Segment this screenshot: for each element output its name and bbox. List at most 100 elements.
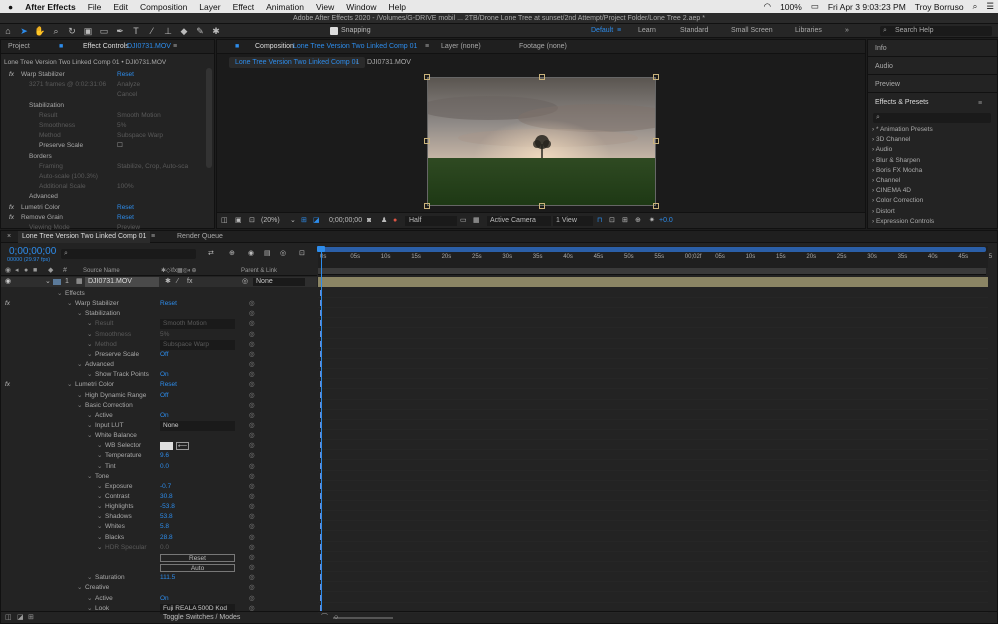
- transparency-icon[interactable]: ▦: [473, 213, 480, 229]
- timeline-property-value[interactable]: 111.5: [160, 573, 175, 583]
- chevron-icon[interactable]: ⌄: [97, 492, 102, 502]
- expression-icon[interactable]: ◎: [249, 441, 255, 451]
- audio-icon[interactable]: ◂: [15, 266, 19, 276]
- user-name[interactable]: Troy Borruso: [915, 2, 964, 12]
- pen-tool-icon[interactable]: ✒: [114, 26, 126, 36]
- effect-property-value[interactable]: Reset: [117, 213, 134, 223]
- timeline-property-value[interactable]: -0.7: [160, 482, 171, 492]
- chevron-icon[interactable]: ⌄: [67, 380, 72, 390]
- timeline-property-value[interactable]: 30.8: [160, 492, 173, 502]
- transform-handle[interactable]: [424, 203, 430, 209]
- tab-footage[interactable]: Footage (none): [519, 40, 567, 54]
- chevron-icon[interactable]: ⌄: [77, 401, 82, 411]
- eyedropper-icon[interactable]: ⟵: [176, 442, 189, 451]
- fx-switch-icon[interactable]: fx: [187, 277, 192, 287]
- timeline-property-value[interactable]: 9.6: [160, 451, 169, 461]
- frame-blend-icon[interactable]: ▤: [264, 249, 271, 257]
- toggle-switches-modes[interactable]: Toggle Switches / Modes: [163, 612, 240, 624]
- effect-property-value[interactable]: 5%: [117, 121, 126, 131]
- selection-tool-icon[interactable]: ➤: [18, 26, 30, 36]
- timeline-property-value[interactable]: Smooth Motion: [160, 319, 235, 330]
- chevron-icon[interactable]: ⌄: [87, 411, 92, 421]
- playhead[interactable]: [321, 246, 322, 611]
- timeline-property-value[interactable]: 5.8: [160, 522, 169, 532]
- timeline-property-value[interactable]: 0.0: [160, 543, 169, 553]
- time-ruler[interactable]: 0s 05s 10s 15s 20s 25s 30s 35s 40s 45s 50s 55s 00;02…: [318, 246, 992, 275]
- workspace-menu-icon[interactable]: ≡: [617, 24, 621, 38]
- eye-icon[interactable]: ◉: [5, 266, 11, 276]
- expression-icon[interactable]: ◎: [249, 583, 255, 593]
- expression-icon[interactable]: ◎: [249, 594, 255, 604]
- menu-effect[interactable]: Effect: [233, 2, 255, 12]
- workspace-libraries[interactable]: Libraries: [795, 24, 822, 38]
- fx-icon[interactable]: fx: [5, 299, 10, 309]
- effect-property-value[interactable]: Subspace Warp: [117, 131, 163, 141]
- tab-effect-controls[interactable]: Effect Controls: [83, 40, 129, 54]
- comp-panel-menu-icon[interactable]: ≡: [425, 40, 429, 54]
- expression-icon[interactable]: ◎: [249, 543, 255, 553]
- menu-edit[interactable]: Edit: [113, 2, 128, 12]
- shy-icon[interactable]: ◉: [248, 249, 254, 257]
- wifi-icon[interactable]: ◠: [764, 1, 771, 12]
- zoom-slider-thumb[interactable]: ○: [334, 612, 338, 624]
- timeline-property-value[interactable]: Reset: [160, 299, 177, 309]
- layer-name[interactable]: DJI0731.MOV: [85, 277, 159, 287]
- menu-help[interactable]: Help: [388, 2, 405, 12]
- menu-list-icon[interactable]: ☰: [986, 1, 994, 12]
- expression-icon[interactable]: ◎: [249, 522, 255, 532]
- parent-link-header[interactable]: Parent & Link: [241, 266, 277, 276]
- composition-viewer[interactable]: [427, 77, 656, 206]
- chevron-down-icon[interactable]: ⌄: [290, 213, 296, 229]
- chevron-icon[interactable]: ⌄: [87, 350, 92, 360]
- correction-button[interactable]: Reset: [160, 553, 235, 562]
- exposure-icon[interactable]: ✷: [649, 213, 655, 229]
- motion-blur-icon[interactable]: ◎: [280, 249, 286, 257]
- workspace-standard[interactable]: Standard: [680, 24, 708, 38]
- menu-window[interactable]: Window: [346, 2, 376, 12]
- chevron-icon[interactable]: ⌄: [97, 451, 102, 461]
- zoom-tool-icon[interactable]: ⌕: [50, 26, 62, 36]
- channel-icon[interactable]: ●: [393, 213, 397, 229]
- expression-icon[interactable]: ◎: [249, 563, 255, 573]
- effect-property-value[interactable]: Analyze: [117, 80, 140, 90]
- search-icon[interactable]: ⌕: [973, 1, 978, 12]
- label-icon[interactable]: ◆: [48, 266, 53, 276]
- expression-icon[interactable]: ◎: [249, 380, 255, 390]
- timeline-property-value[interactable]: 28.8: [160, 533, 173, 543]
- effect-property-value[interactable]: Reset: [117, 70, 134, 80]
- roi-icon[interactable]: ▭: [460, 213, 467, 229]
- fx-icon[interactable]: fx: [5, 380, 10, 390]
- source-name-header[interactable]: Source Name: [83, 266, 120, 276]
- transform-handle[interactable]: [539, 74, 545, 80]
- timeline-property-value[interactable]: None: [160, 420, 235, 431]
- timeline-property-value[interactable]: 53.8: [160, 512, 173, 522]
- workspace-default[interactable]: Default: [591, 24, 613, 38]
- expression-icon[interactable]: ◎: [249, 492, 255, 502]
- chevron-icon[interactable]: ⌄: [97, 533, 102, 543]
- show-snapshot-icon[interactable]: ♟: [381, 213, 387, 229]
- composition-mini-flowchart-icon[interactable]: ⇄: [208, 249, 214, 257]
- fast-preview-icon[interactable]: ⊡: [609, 213, 615, 229]
- expression-icon[interactable]: ◎: [249, 431, 255, 441]
- menu-view[interactable]: View: [316, 2, 334, 12]
- solo-icon[interactable]: ●: [24, 266, 28, 276]
- effect-property-value[interactable]: Smooth Motion: [117, 111, 161, 121]
- expression-icon[interactable]: ◎: [249, 553, 255, 563]
- quality-switch-icon[interactable]: ⁄: [177, 277, 178, 287]
- chevron-icon[interactable]: ⌄: [77, 583, 82, 593]
- tab-render-queue[interactable]: Render Queue: [177, 231, 223, 243]
- render-time-icon[interactable]: ⊞: [28, 612, 34, 624]
- expression-icon[interactable]: ◎: [249, 451, 255, 461]
- expand-chevron-icon[interactable]: ⌄: [45, 277, 51, 287]
- scrollbar[interactable]: [206, 68, 212, 168]
- resolution-dropdown[interactable]: Half: [405, 216, 457, 226]
- expression-icon[interactable]: ◎: [249, 319, 255, 329]
- chevron-icon[interactable]: ⌄: [87, 573, 92, 583]
- layer-switches-icon[interactable]: ◫: [5, 612, 12, 624]
- wb-swatch[interactable]: [160, 442, 173, 451]
- chevron-icon[interactable]: ⌄: [57, 289, 62, 299]
- timeline-property-value[interactable]: On: [160, 594, 169, 604]
- fx-icon[interactable]: fx: [9, 70, 14, 80]
- comp-subtab-active[interactable]: Lone Tree Version Two Linked Comp 01: [229, 57, 366, 68]
- visibility-icon[interactable]: ◉: [5, 277, 11, 287]
